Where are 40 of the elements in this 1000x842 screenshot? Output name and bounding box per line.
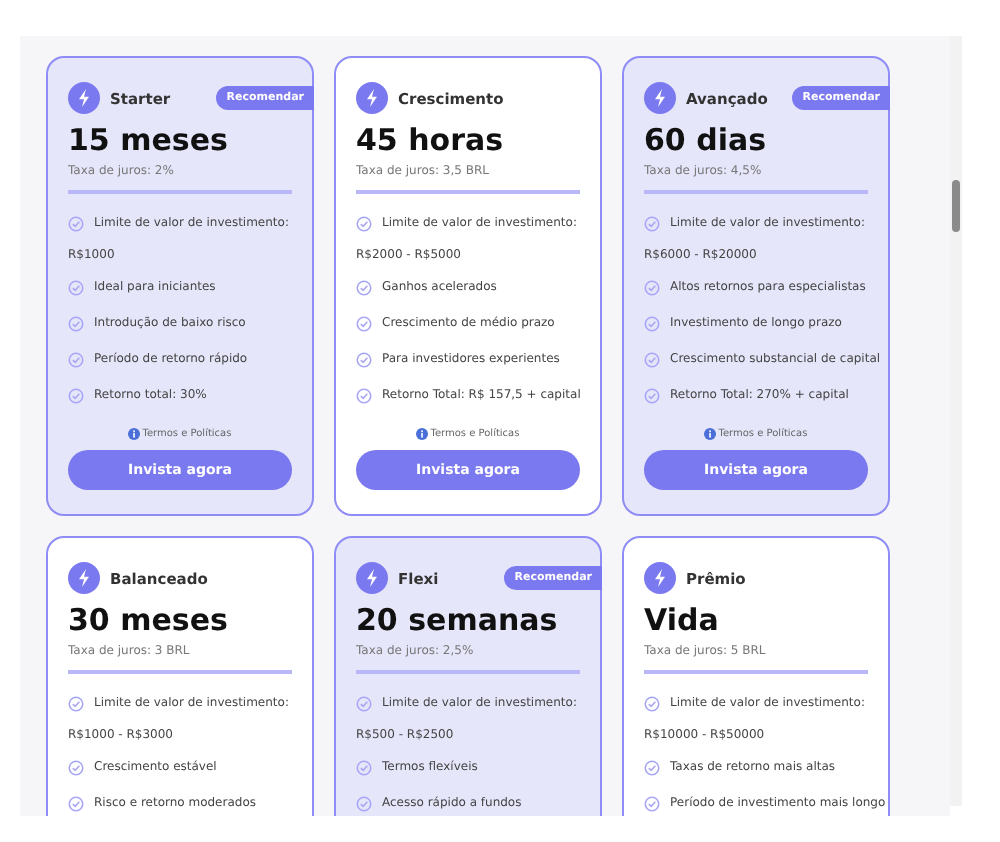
lightning-icon	[356, 82, 388, 114]
info-icon	[704, 428, 717, 440]
plan-duration: 20 semanas	[356, 602, 560, 638]
check-icon	[356, 387, 372, 403]
check-icon	[356, 215, 372, 231]
check-icon	[356, 315, 372, 331]
plan-duration: 60 dias	[644, 122, 769, 158]
check-icon	[68, 215, 84, 231]
check-icon	[644, 215, 660, 231]
scrollbar[interactable]	[950, 36, 962, 806]
check-icon	[356, 695, 372, 711]
check-icon	[644, 387, 660, 403]
check-icon	[356, 351, 372, 367]
check-icon	[644, 279, 660, 295]
check-icon	[356, 279, 372, 295]
check-icon	[68, 695, 84, 711]
check-icon	[644, 759, 660, 775]
check-icon	[644, 695, 660, 711]
lightning-icon	[68, 82, 100, 114]
check-icon	[68, 315, 84, 331]
check-icon	[68, 759, 84, 775]
check-icon	[356, 795, 372, 811]
check-icon	[68, 795, 84, 811]
check-icon	[644, 795, 660, 811]
info-icon	[416, 428, 429, 440]
plan-duration: 30 meses	[68, 602, 230, 638]
check-icon	[68, 279, 84, 295]
check-icon	[68, 351, 84, 367]
lightning-icon	[68, 562, 100, 594]
plan-duration: 45 horas	[356, 122, 506, 158]
plan-duration: 15 meses	[68, 122, 230, 158]
check-icon	[644, 351, 660, 367]
lightning-icon	[644, 562, 676, 594]
check-icon	[644, 315, 660, 331]
lightning-icon	[644, 82, 676, 114]
plan-duration: Vida	[644, 602, 721, 638]
lightning-icon	[356, 562, 388, 594]
check-icon	[356, 759, 372, 775]
info-icon	[128, 428, 141, 440]
check-icon	[68, 387, 84, 403]
